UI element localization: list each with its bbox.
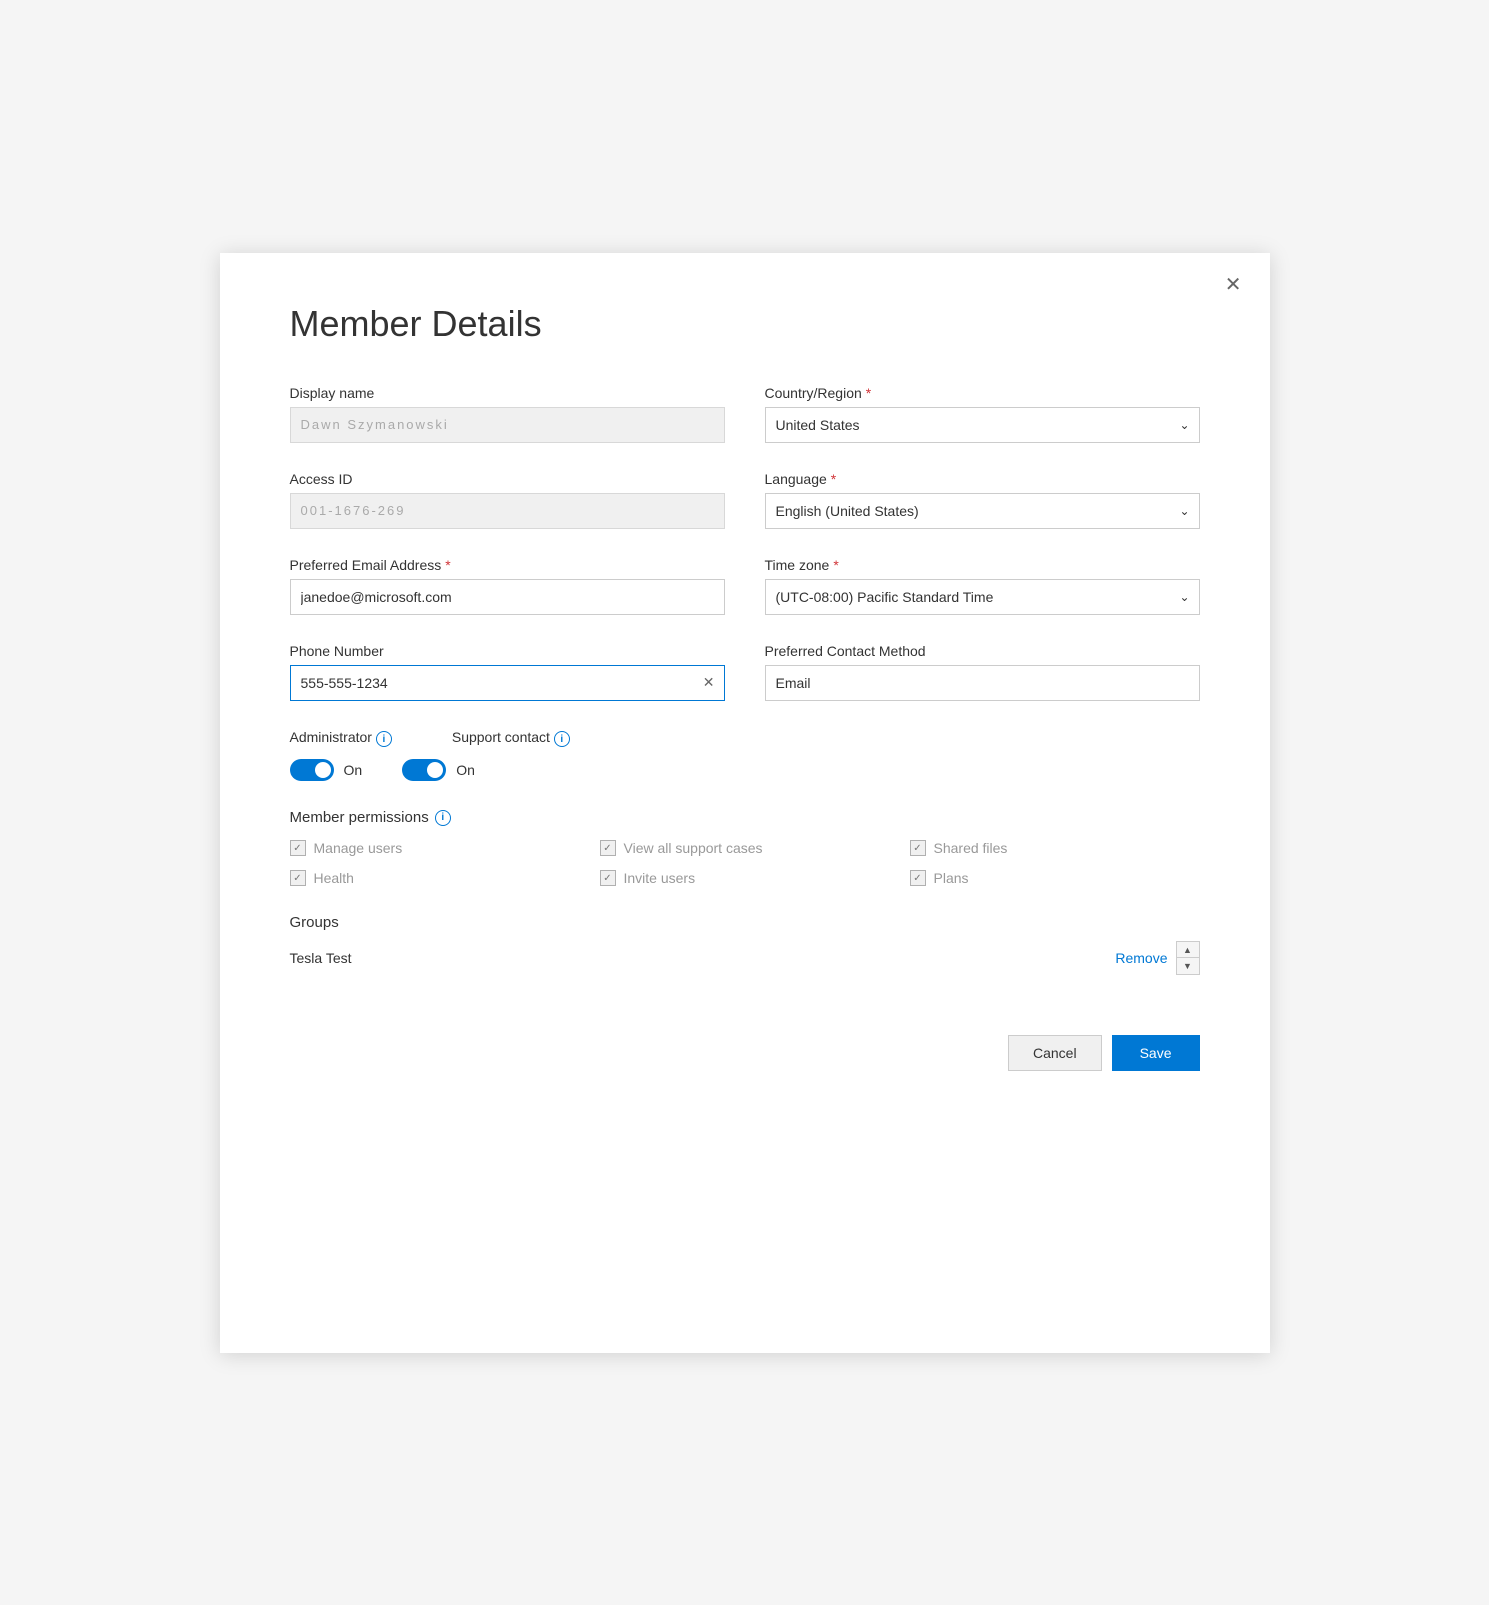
phone-clear-button[interactable]: ✕ bbox=[703, 674, 715, 691]
invite-users-checkbox[interactable] bbox=[600, 870, 616, 886]
access-id-group: Access ID bbox=[290, 471, 725, 529]
email-required: * bbox=[445, 557, 450, 573]
country-label: Country/Region* bbox=[765, 385, 1200, 401]
updown-buttons: ▲ ▼ bbox=[1176, 941, 1200, 975]
view-support-label: View all support cases bbox=[624, 840, 763, 856]
admin-toggle[interactable] bbox=[290, 759, 334, 781]
group-actions: Remove ▲ ▼ bbox=[1115, 941, 1199, 975]
manage-users-checkbox[interactable] bbox=[290, 840, 306, 856]
health-label: Health bbox=[314, 870, 354, 886]
permissions-info-icon[interactable]: i bbox=[435, 810, 451, 826]
access-id-label: Access ID bbox=[290, 471, 725, 487]
permission-plans: Plans bbox=[910, 870, 1200, 886]
permissions-title: Member permissions i bbox=[290, 809, 1200, 826]
support-info-icon[interactable]: i bbox=[554, 731, 570, 747]
phone-input-wrapper: ✕ bbox=[290, 665, 725, 701]
health-checkbox[interactable] bbox=[290, 870, 306, 886]
plans-label: Plans bbox=[934, 870, 969, 886]
language-select-wrapper: English (United States) ⌄ bbox=[765, 493, 1200, 529]
admin-toggle-state: On bbox=[344, 762, 363, 778]
country-required: * bbox=[866, 385, 871, 401]
display-name-label: Display name bbox=[290, 385, 725, 401]
phone-label: Phone Number bbox=[290, 643, 725, 659]
support-toggle[interactable] bbox=[402, 759, 446, 781]
support-toggle-container: On bbox=[402, 759, 475, 781]
view-support-checkbox[interactable] bbox=[600, 840, 616, 856]
toggle-controls-row: On On bbox=[290, 759, 1200, 781]
permission-health: Health bbox=[290, 870, 580, 886]
contact-method-group: Preferred Contact Method bbox=[765, 643, 1200, 701]
manage-users-label: Manage users bbox=[314, 840, 403, 856]
admin-toggle-item: Administrator i bbox=[290, 729, 392, 748]
shared-files-label: Shared files bbox=[934, 840, 1008, 856]
permissions-section: Member permissions i Manage users View a… bbox=[290, 809, 1200, 886]
groups-title: Groups bbox=[290, 914, 1200, 931]
move-up-button[interactable]: ▲ bbox=[1177, 942, 1199, 958]
shared-files-checkbox[interactable] bbox=[910, 840, 926, 856]
timezone-label: Time zone* bbox=[765, 557, 1200, 573]
member-details-modal: ✕ Member Details Display name Country/Re… bbox=[220, 253, 1270, 1353]
admin-toggle-container: On bbox=[290, 759, 363, 781]
remove-link[interactable]: Remove bbox=[1115, 950, 1167, 966]
permission-view-support: View all support cases bbox=[600, 840, 890, 856]
admin-info-icon[interactable]: i bbox=[376, 731, 392, 747]
permission-manage-users: Manage users bbox=[290, 840, 580, 856]
toggles-section: Administrator i Support contact i On On bbox=[290, 729, 1200, 782]
permission-invite-users: Invite users bbox=[600, 870, 890, 886]
language-required: * bbox=[831, 471, 836, 487]
plans-checkbox[interactable] bbox=[910, 870, 926, 886]
invite-users-label: Invite users bbox=[624, 870, 696, 886]
access-id-input[interactable] bbox=[290, 493, 725, 529]
form-row-3: Preferred Email Address* Time zone* (UTC… bbox=[290, 557, 1200, 615]
timezone-group: Time zone* (UTC-08:00) Pacific Standard … bbox=[765, 557, 1200, 615]
language-label: Language* bbox=[765, 471, 1200, 487]
country-select-wrapper: United States ⌄ bbox=[765, 407, 1200, 443]
display-name-group: Display name bbox=[290, 385, 725, 443]
language-group: Language* English (United States) ⌄ bbox=[765, 471, 1200, 529]
email-group: Preferred Email Address* bbox=[290, 557, 725, 615]
move-down-button[interactable]: ▼ bbox=[1177, 958, 1199, 974]
form-row-2: Access ID Language* English (United Stat… bbox=[290, 471, 1200, 529]
permissions-grid: Manage users View all support cases Shar… bbox=[290, 840, 1200, 886]
country-group: Country/Region* United States ⌄ bbox=[765, 385, 1200, 443]
country-select[interactable]: United States bbox=[765, 407, 1200, 443]
cancel-button[interactable]: Cancel bbox=[1008, 1035, 1102, 1071]
email-label: Preferred Email Address* bbox=[290, 557, 725, 573]
language-select[interactable]: English (United States) bbox=[765, 493, 1200, 529]
phone-group: Phone Number ✕ bbox=[290, 643, 725, 701]
display-name-input[interactable] bbox=[290, 407, 725, 443]
support-label: Support contact i bbox=[452, 729, 570, 748]
support-toggle-item: Support contact i bbox=[452, 729, 570, 748]
email-input[interactable] bbox=[290, 579, 725, 615]
timezone-select[interactable]: (UTC-08:00) Pacific Standard Time bbox=[765, 579, 1200, 615]
save-button[interactable]: Save bbox=[1112, 1035, 1200, 1071]
groups-section: Groups Tesla Test Remove ▲ ▼ bbox=[290, 914, 1200, 975]
contact-method-input[interactable] bbox=[765, 665, 1200, 701]
admin-label: Administrator i bbox=[290, 729, 392, 748]
group-name: Tesla Test bbox=[290, 950, 352, 966]
toggle-labels-row: Administrator i Support contact i bbox=[290, 729, 1200, 748]
contact-method-label: Preferred Contact Method bbox=[765, 643, 1200, 659]
form-row-4: Phone Number ✕ Preferred Contact Method bbox=[290, 643, 1200, 701]
permission-shared-files: Shared files bbox=[910, 840, 1200, 856]
support-toggle-state: On bbox=[456, 762, 475, 778]
group-row: Tesla Test Remove ▲ ▼ bbox=[290, 941, 1200, 975]
close-button[interactable]: ✕ bbox=[1225, 275, 1242, 295]
form-row-1: Display name Country/Region* United Stat… bbox=[290, 385, 1200, 443]
phone-input[interactable] bbox=[290, 665, 725, 701]
modal-title: Member Details bbox=[290, 303, 1200, 345]
footer-buttons: Cancel Save bbox=[290, 1035, 1200, 1071]
timezone-required: * bbox=[833, 557, 838, 573]
timezone-select-wrapper: (UTC-08:00) Pacific Standard Time ⌄ bbox=[765, 579, 1200, 615]
